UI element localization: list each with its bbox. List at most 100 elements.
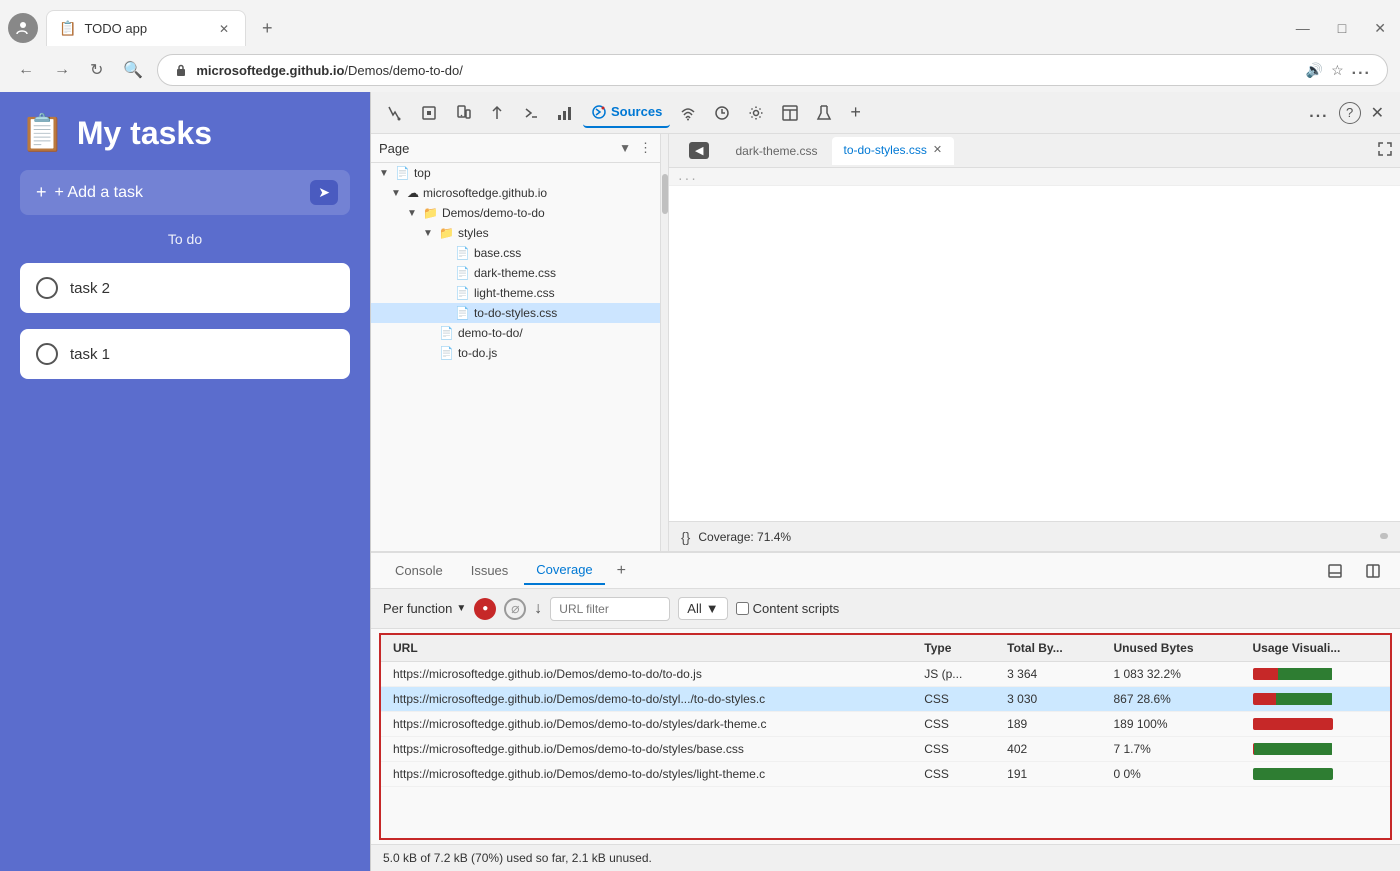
close-button[interactable]: ✕ [1368, 18, 1392, 39]
row-url-1[interactable]: https://microsoftedge.github.io/Demos/de… [381, 662, 912, 687]
tree-scrollbar[interactable] [661, 134, 669, 551]
per-function-dropdown[interactable]: Per function ▼ [383, 601, 466, 616]
devtools-toolbar-right: ... ? ✕ [1301, 97, 1392, 129]
usage-bar-5 [1253, 768, 1333, 780]
all-dropdown[interactable]: All ▼ [678, 597, 727, 620]
coverage-text: Coverage: 71.4% [698, 530, 791, 544]
add-task-button[interactable]: + + Add a task ➤ [20, 170, 350, 215]
record-button[interactable]: ● [474, 598, 496, 620]
tree-item-dark-theme-css[interactable]: 📄 dark-theme.css [371, 263, 660, 283]
row-type-1: JS (p... [912, 662, 995, 687]
tree-folder-icon: 📄 [395, 166, 410, 180]
table-row[interactable]: https://microsoftedge.github.io/Demos/de… [381, 712, 1390, 737]
tree-item-todo-js[interactable]: 📄 to-do.js [371, 343, 660, 363]
devtools-toolbar: Sources + ... [371, 92, 1400, 134]
code-tab-close-icon[interactable]: ✕ [933, 143, 942, 156]
inspect-element-button[interactable] [379, 99, 411, 127]
console-button[interactable] [515, 99, 547, 127]
reload-button[interactable]: ↻ [84, 56, 109, 84]
content-scripts-checkbox[interactable] [736, 602, 749, 615]
device-emulation-button[interactable] [447, 99, 479, 127]
tree-item-demos[interactable]: ▼ 📁 Demos/demo-to-do [371, 203, 660, 223]
favorites-icon[interactable]: ☆ [1331, 62, 1344, 79]
table-row[interactable]: https://microsoftedge.github.io/Demos/de… [381, 662, 1390, 687]
split-button[interactable] [1358, 558, 1388, 584]
tab-close-button[interactable]: ✕ [215, 20, 233, 38]
table-row[interactable]: https://microsoftedge.github.io/Demos/de… [381, 737, 1390, 762]
row-url-5[interactable]: https://microsoftedge.github.io/Demos/de… [381, 762, 912, 787]
code-tab-expand[interactable] [1378, 142, 1392, 159]
maximize-button[interactable]: □ [1332, 18, 1352, 38]
browser-tab-active[interactable]: 📋 TODO app ✕ [46, 10, 246, 46]
add-panel-button[interactable]: + [842, 96, 869, 129]
address-icons: 🔊 ☆ ... [1306, 61, 1371, 79]
tree-item-domain[interactable]: ▼ ☁ microsoftedge.github.io [371, 183, 660, 203]
tree-label: to-do-styles.css [474, 306, 557, 320]
help-button[interactable]: ? [1339, 102, 1361, 124]
settings-icon-button[interactable] [740, 99, 772, 127]
row-visual-5 [1241, 762, 1391, 787]
console-tab[interactable]: Console [383, 557, 455, 584]
tree-expand-icon: ▼ [379, 168, 391, 179]
file-tree-dropdown-icon[interactable]: ▼ [619, 141, 631, 155]
tree-item-demo-todo[interactable]: 📄 demo-to-do/ [371, 323, 660, 343]
clear-button[interactable]: ⌀ [504, 598, 526, 620]
table-row[interactable]: https://microsoftedge.github.io/Demos/de… [381, 687, 1390, 712]
tree-item-light-theme-css[interactable]: 📄 light-theme.css [371, 283, 660, 303]
code-tab-back[interactable]: ◀ [677, 136, 721, 165]
code-tabs: ◀ dark-theme.css to-do-styles.css ✕ [669, 134, 1400, 168]
usage-used-2 [1253, 693, 1276, 705]
tree-item-todo-styles-css[interactable]: 📄 to-do-styles.css [371, 303, 660, 323]
more-button[interactable]: ... [1352, 61, 1371, 79]
tree-file-icon: 📄 [439, 346, 454, 360]
task-item-2[interactable]: task 1 [20, 329, 350, 379]
table-row[interactable]: https://microsoftedge.github.io/Demos/de… [381, 762, 1390, 787]
dock-button[interactable] [1320, 558, 1350, 584]
tree-item-base-css[interactable]: 📄 base.css [371, 243, 660, 263]
tree-item-styles[interactable]: ▼ 📁 styles [371, 223, 660, 243]
task-circle-icon-2[interactable] [36, 343, 58, 365]
elements-button[interactable] [481, 99, 513, 127]
file-tree-more-icon[interactable]: ⋮ [639, 140, 652, 156]
todo-app-icon: 📋 [20, 112, 65, 154]
todo-sidebar: 📋 My tasks + + Add a task ➤ To do task 2… [0, 92, 370, 871]
coverage-curly-icon: {} [681, 529, 690, 545]
minimize-button[interactable]: ― [1290, 18, 1316, 38]
experiment-icon-button[interactable] [808, 99, 840, 127]
truncated-indicator: ... [677, 170, 697, 183]
tree-scrollbar-thumb [662, 174, 668, 214]
close-devtools-button[interactable]: ✕ [1363, 97, 1392, 129]
sources-tab-button[interactable]: Sources [583, 98, 670, 128]
task-circle-icon[interactable] [36, 277, 58, 299]
task-item-1[interactable]: task 2 [20, 263, 350, 313]
new-tab-button[interactable]: + [254, 14, 281, 43]
search-button[interactable]: 🔍 [117, 56, 149, 84]
address-text: microsoftedge.github.io/Demos/demo-to-do… [196, 63, 1289, 78]
tree-expand-icon: ▼ [423, 228, 435, 239]
tree-item-top[interactable]: ▼ 📄 top [371, 163, 660, 183]
address-input[interactable]: microsoftedge.github.io/Demos/demo-to-do… [157, 54, 1388, 86]
row-url-2[interactable]: https://microsoftedge.github.io/Demos/de… [381, 687, 912, 712]
url-filter-input[interactable] [550, 597, 670, 621]
wifi-icon-button[interactable] [672, 99, 704, 127]
inspect-button[interactable] [413, 99, 445, 127]
code-tab-dark-theme[interactable]: dark-theme.css [723, 138, 829, 164]
download-button[interactable]: ↓ [534, 600, 542, 618]
coverage-tab[interactable]: Coverage [524, 556, 604, 585]
forward-button[interactable]: → [48, 57, 76, 83]
more-tools-button[interactable]: ... [1301, 98, 1336, 128]
row-url-3[interactable]: https://microsoftedge.github.io/Demos/de… [381, 712, 912, 737]
profile-icon[interactable] [8, 13, 38, 43]
issues-tab[interactable]: Issues [459, 557, 521, 584]
row-url-4[interactable]: https://microsoftedge.github.io/Demos/de… [381, 737, 912, 762]
read-aloud-icon[interactable]: 🔊 [1306, 62, 1323, 79]
code-tab-todo-styles[interactable]: to-do-styles.css ✕ [832, 137, 955, 165]
layout-icon-button[interactable] [774, 99, 806, 127]
network-button[interactable] [549, 99, 581, 127]
devtools-panel: Sources + ... [370, 92, 1400, 871]
performance-icon-button[interactable] [706, 99, 738, 127]
add-tab-button[interactable]: + [609, 558, 634, 584]
back-button[interactable]: ← [12, 57, 40, 83]
coverage-scrollbar-bottom[interactable] [1380, 533, 1388, 541]
content-scripts-checkbox-label[interactable]: Content scripts [736, 601, 840, 616]
